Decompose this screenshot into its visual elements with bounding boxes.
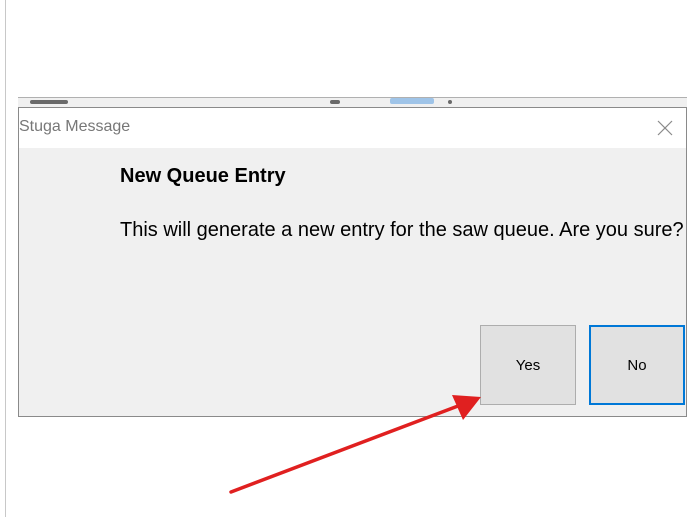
no-button[interactable]: No [589,325,685,405]
close-icon [657,120,673,136]
arrow-shaft [229,404,460,494]
background-toolbar-fragment [448,100,452,104]
background-toolbar-fragment [330,100,340,104]
left-edge-divider [5,0,6,517]
message-dialog: Stuga Message New Queue Entry This will … [18,107,687,417]
dialog-title: Stuga Message [19,118,131,135]
dialog-message: This will generate a new entry for the s… [120,219,684,241]
close-button[interactable] [648,112,682,144]
yes-button[interactable]: Yes [480,325,576,405]
background-toolbar-fragment [390,98,434,104]
background-toolbar-fragment [30,100,68,104]
screenshot-canvas: Stuga Message New Queue Entry This will … [0,0,690,517]
dialog-heading: New Queue Entry [120,165,286,187]
dialog-title-bar: Stuga Message [19,108,686,148]
